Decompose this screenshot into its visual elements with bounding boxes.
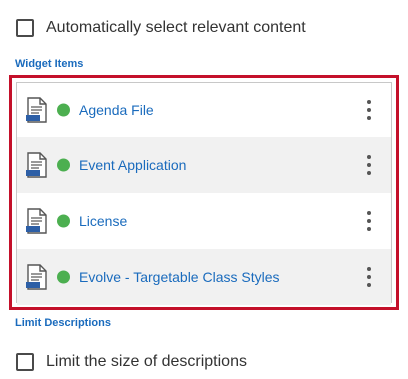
html-file-icon — [26, 264, 47, 290]
auto-select-label: Automatically select relevant content — [46, 19, 306, 36]
more-options-icon[interactable] — [363, 211, 375, 231]
widget-item-link[interactable]: Event Application — [79, 157, 186, 173]
more-options-icon[interactable] — [363, 100, 375, 120]
list-item: Agenda File — [17, 83, 391, 137]
widget-items-heading: Widget Items — [15, 58, 84, 70]
list-item: License — [17, 193, 391, 249]
html-file-icon — [26, 97, 47, 123]
status-dot — [57, 214, 70, 228]
widget-items-list: Agenda File Event Application License Ev… — [16, 82, 392, 305]
auto-select-checkbox[interactable] — [16, 19, 34, 37]
more-options-icon[interactable] — [363, 267, 375, 287]
html-file-icon — [26, 152, 47, 178]
html-file-icon — [26, 208, 47, 234]
status-dot — [57, 103, 70, 117]
limit-descriptions-label: Limit the size of descriptions — [46, 353, 247, 370]
list-item: Event Application — [17, 137, 391, 193]
status-dot — [57, 158, 70, 172]
limit-descriptions-option[interactable]: Limit the size of descriptions — [16, 353, 247, 371]
more-options-icon[interactable] — [363, 155, 375, 175]
widget-item-link[interactable]: Agenda File — [79, 102, 154, 118]
widget-item-link[interactable]: License — [79, 213, 127, 229]
limit-descriptions-checkbox[interactable] — [16, 353, 34, 371]
status-dot — [57, 270, 70, 284]
auto-select-option[interactable]: Automatically select relevant content — [16, 19, 306, 37]
widget-item-link[interactable]: Evolve - Targetable Class Styles — [79, 269, 280, 285]
widget-items-highlight: Agenda File Event Application License Ev… — [9, 75, 399, 310]
limit-descriptions-heading: Limit Descriptions — [15, 317, 111, 329]
list-item: Evolve - Targetable Class Styles — [17, 249, 391, 305]
